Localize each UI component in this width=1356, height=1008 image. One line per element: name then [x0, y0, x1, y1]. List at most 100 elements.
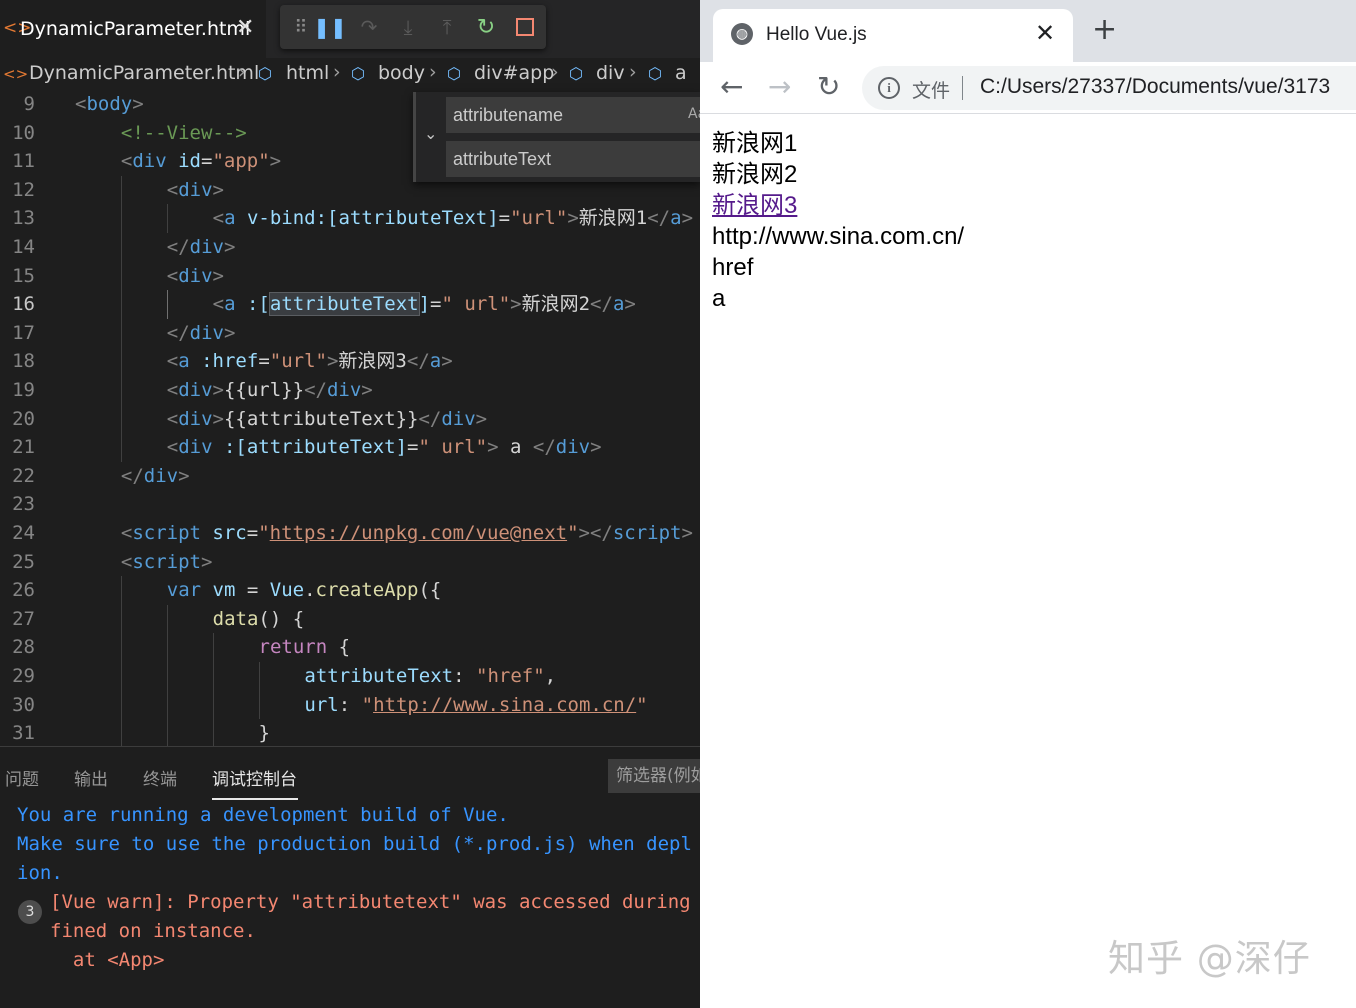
step-out-icon[interactable]: ⤒: [432, 12, 462, 42]
line-number: 16: [12, 293, 35, 316]
address-bar[interactable]: i 文件 C:/Users/27337/Documents/vue/3173: [862, 66, 1356, 110]
div-a-text: a: [712, 285, 726, 312]
code-line[interactable]: 31}: [0, 719, 700, 746]
repeat-count-badge: 3: [18, 900, 42, 924]
indent-guide: [120, 604, 122, 634]
code-line[interactable]: 13 <a v-bind:[attributeText]="url">新浪网1</…: [0, 204, 700, 233]
breadcrumb-item-div-app[interactable]: div#app: [474, 62, 554, 84]
code-line[interactable]: 21 <div :[attributeText]=" url"> a </div>: [0, 433, 700, 462]
indent-guide: [258, 690, 260, 720]
code-text: </div>: [166, 236, 236, 258]
code-text: <body>: [75, 93, 144, 115]
breadcrumb-item-html[interactable]: html: [286, 62, 329, 84]
code-line[interactable]: 24 <script src="https://unpkg.com/vue@nex…: [0, 519, 700, 548]
code-line[interactable]: 26 var vm = Vue.createApp({: [0, 576, 700, 605]
code-line[interactable]: 22 </div>: [0, 462, 700, 491]
line-number: 31: [12, 722, 35, 745]
code-line[interactable]: 20 <div>{{attributeText}}</div>: [0, 404, 700, 434]
breadcrumb-item-a[interactable]: a: [675, 62, 687, 84]
indent-guide: [120, 233, 122, 262]
indent-guide: [166, 662, 168, 691]
indent-guide: [120, 290, 122, 319]
code-line[interactable]: 28 return {: [0, 633, 700, 662]
stop-icon[interactable]: [510, 12, 540, 42]
code-line[interactable]: 16 <a :[attributeText]=" url">新浪网2</a>: [0, 290, 700, 319]
breadcrumb-item-file[interactable]: DynamicParameter.html: [29, 62, 259, 84]
element-cube-icon: ⬡: [569, 64, 583, 83]
element-cube-icon: ⬡: [258, 64, 272, 83]
tab-problems[interactable]: 问题: [5, 765, 39, 790]
code-line[interactable]: 29 attributeText: "href",: [0, 662, 700, 691]
tab-terminal[interactable]: 终端: [143, 765, 177, 790]
restart-icon[interactable]: ↻: [471, 12, 501, 42]
breadcrumb-item-div[interactable]: div: [596, 62, 625, 84]
link-sina-1: 新浪网1: [712, 130, 798, 157]
active-tab-indicator: [212, 798, 298, 800]
code-line[interactable]: 23: [0, 490, 700, 519]
indent-guide: [166, 690, 168, 720]
element-cube-icon: ⬡: [648, 64, 662, 83]
step-into-icon[interactable]: ⤓: [393, 12, 423, 42]
tab-debug-console[interactable]: 调试控制台: [212, 765, 297, 790]
step-over-icon[interactable]: ↷: [354, 12, 384, 42]
element-cube-icon: ⬡: [351, 64, 365, 83]
indent-guide: [212, 633, 214, 662]
back-arrow-icon[interactable]: ←: [720, 70, 743, 104]
code-text: var vm = Vue.createApp({: [166, 579, 442, 602]
line-number: 27: [12, 607, 35, 630]
page-content: 新浪网1 新浪网2 新浪网3 http://www.sina.com.cn/ h…: [712, 128, 1352, 314]
code-editor[interactable]: 9 <body> 10 <!--View--> 11 <div id="app"> 12 <d…: [0, 90, 700, 746]
line-number: 11: [12, 150, 35, 173]
code-line[interactable]: 27 data() {: [0, 604, 700, 634]
browser-tab[interactable]: ◍ Hello Vue.js ✕: [713, 9, 1073, 62]
editor-tab-title: DynamicParameter.html: [20, 18, 251, 40]
close-tab-icon[interactable]: ✕: [236, 15, 254, 40]
breadcrumb-item-body[interactable]: body: [378, 62, 425, 84]
code-line[interactable]: 25 <script>: [0, 548, 700, 577]
match-case-icon[interactable]: Aa: [688, 106, 700, 122]
forward-arrow-icon[interactable]: →: [768, 70, 791, 104]
console-warning: at <App>: [50, 949, 165, 971]
code-line[interactable]: 18 <a :href="url">新浪网3</a>: [0, 347, 700, 376]
code-text: <a :href="url">新浪网3</a>: [166, 350, 453, 373]
chevron-down-icon[interactable]: ⌄: [424, 124, 437, 143]
find-input[interactable]: attributename: [446, 97, 700, 133]
code-line[interactable]: 17 </div>: [0, 318, 700, 348]
editor-tab[interactable]: <> DynamicParameter.html ✕: [0, 0, 266, 58]
tab-output[interactable]: 输出: [74, 765, 108, 790]
indent-guide: [120, 175, 122, 205]
code-line[interactable]: 15 <div>: [0, 261, 700, 291]
watermark: 知乎 @深仔: [1108, 937, 1311, 980]
link-sina-3[interactable]: 新浪网3: [712, 190, 1352, 221]
console-message: Make sure to use the production build (*…: [17, 833, 692, 855]
code-line[interactable]: 30 url: "http://www.sina.com.cn/": [0, 690, 700, 720]
drag-grip-icon[interactable]: ⠿: [286, 12, 316, 42]
line-number: 29: [12, 665, 35, 687]
info-icon[interactable]: i: [878, 77, 900, 99]
indent-guide: [258, 662, 260, 691]
address-url[interactable]: C:/Users/27337/Documents/vue/3173: [980, 75, 1330, 99]
code-line[interactable]: 19 <div>{{url}}</div>: [0, 376, 700, 405]
close-tab-icon[interactable]: ✕: [1035, 19, 1055, 47]
code-text: </div>: [166, 321, 236, 344]
chevron-right-icon: ›: [333, 61, 341, 83]
browser-tab-title: Hello Vue.js: [766, 24, 867, 45]
bottom-panel: 问题 输出 终端 调试控制台 筛选器(例如 You are running a …: [0, 746, 700, 1008]
line-number: 13: [12, 207, 35, 230]
editor-tab-bar: <> DynamicParameter.html ✕ ⠿ ❚❚ ↷ ⤓ ⤒ ↻: [0, 0, 700, 58]
console-filter-input[interactable]: 筛选器(例如: [608, 759, 700, 793]
replace-input[interactable]: attributeText: [446, 141, 700, 177]
line-number: 19: [12, 379, 35, 401]
indent-guide: [120, 261, 122, 291]
line-number: 22: [12, 464, 35, 487]
console-warning: fined on instance.: [50, 920, 256, 942]
pause-icon[interactable]: ❚❚: [313, 12, 347, 42]
reload-icon[interactable]: ↻: [817, 70, 840, 104]
vscode-window: <> DynamicParameter.html ✕ ⠿ ❚❚ ↷ ⤓ ⤒ ↻ …: [0, 0, 700, 1008]
new-tab-button[interactable]: +: [1092, 15, 1117, 45]
line-number: 23: [12, 493, 35, 516]
indent-guide: [120, 576, 122, 605]
line-number: 14: [12, 236, 35, 258]
code-line[interactable]: 14 </div>: [0, 233, 700, 262]
indent-guide: [120, 204, 122, 233]
